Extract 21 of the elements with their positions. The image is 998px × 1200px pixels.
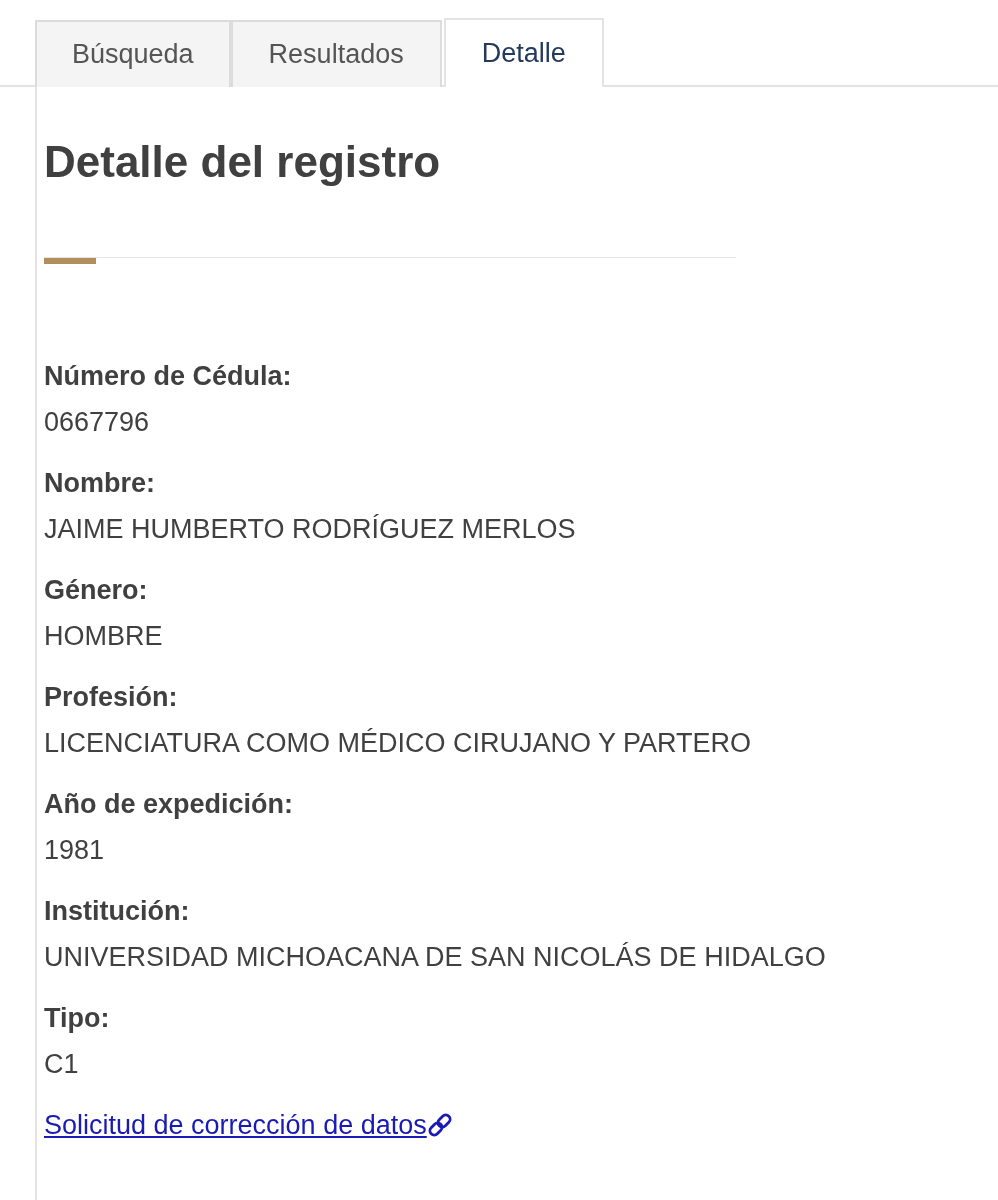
field-label: Institución: (44, 895, 190, 927)
field-label: Año de expedición: (44, 788, 294, 820)
tab[interactable]: Detalle (443, 18, 604, 87)
field-value: JAIME HUMBERTO RODRÍGUEZ MERLOS (44, 513, 576, 545)
chain-link-icon (426, 1112, 453, 1138)
field-label: Género: (44, 574, 148, 606)
field-value: 0667796 (44, 406, 150, 438)
correction-link[interactable]: Solicitud de corrección de datos (44, 1109, 427, 1141)
field-value: 1981 (44, 834, 105, 866)
tab[interactable]: Resultados (230, 20, 442, 87)
field-value: UNIVERSIDAD MICHOACANA DE SAN NICOLÁS DE HIDALGO (44, 941, 826, 973)
field-label: Nombre: (44, 467, 155, 499)
accent-bar (44, 258, 96, 264)
field-value: C1 (44, 1048, 79, 1080)
field-label: Profesión: (44, 681, 178, 713)
field-label: Tipo: (44, 1002, 110, 1034)
page-heading: Detalle del registro (44, 137, 441, 187)
field-value: LICENCIATURA COMO MÉDICO CIRUJANO Y PARTERO (44, 727, 752, 759)
tab[interactable]: Búsqueda (35, 20, 231, 87)
field-label: Número de Cédula: (44, 360, 292, 392)
field-value: HOMBRE (44, 620, 163, 652)
